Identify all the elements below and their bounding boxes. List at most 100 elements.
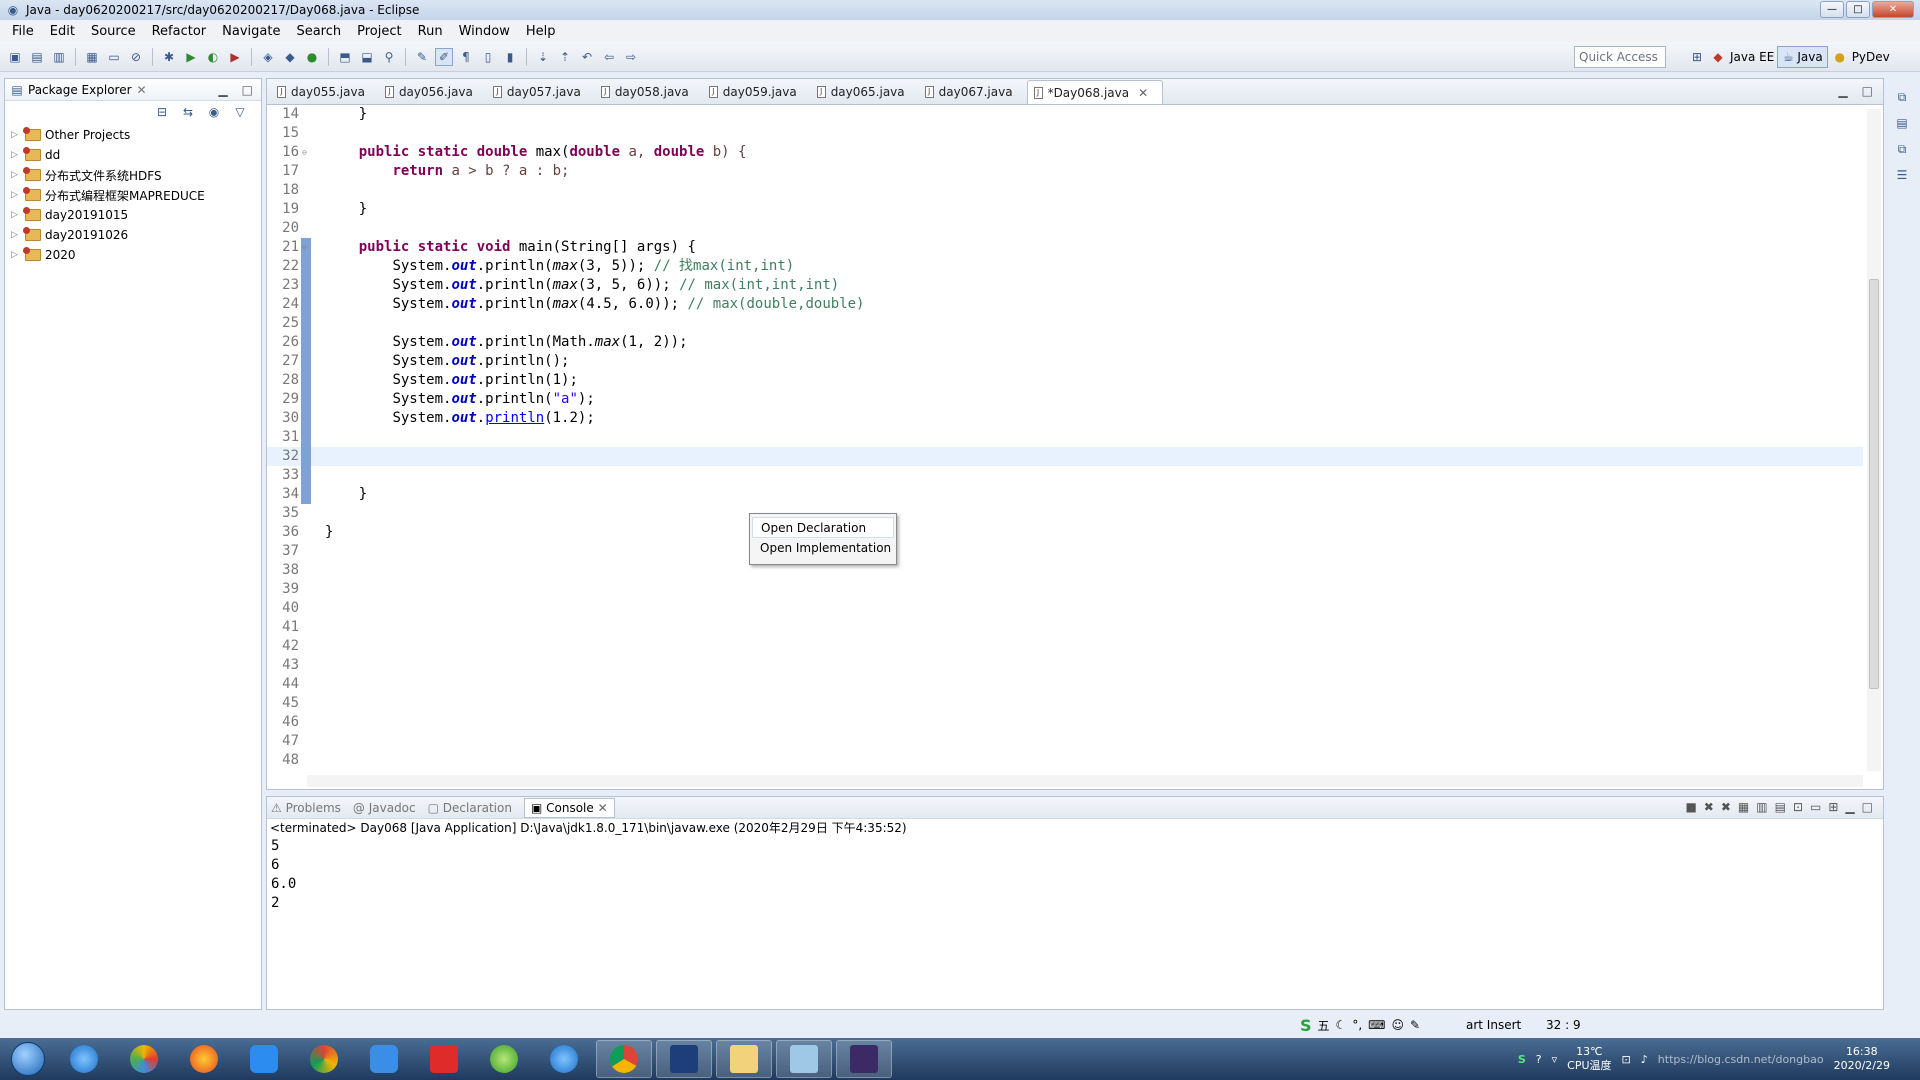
expand-arrow-icon[interactable]: ▷ (11, 150, 21, 160)
sogou-ime-icon[interactable]: S (1300, 1016, 1312, 1035)
back-icon[interactable]: ⇦ (600, 48, 618, 66)
volume-icon[interactable]: ♪ (1641, 1053, 1648, 1066)
word-wrap-icon[interactable]: ▮ (501, 48, 519, 66)
console-output[interactable]: 5 6 6.0 2 (267, 837, 1883, 913)
open-task-icon[interactable]: ⬓ (358, 48, 376, 66)
tab-problems[interactable]: ⚠ Problems (271, 801, 341, 815)
menu-search[interactable]: Search (288, 24, 349, 39)
word-wrap-icon[interactable]: ▥ (1756, 800, 1767, 814)
new-package-icon[interactable]: ◆ (281, 48, 299, 66)
tab-console[interactable]: ▣ Console ✕ (523, 797, 615, 818)
tree-item[interactable]: ▷ day20191026 (5, 225, 261, 245)
menu-edit[interactable]: Edit (42, 24, 83, 39)
taskbar-app[interactable] (536, 1040, 592, 1078)
quick-access-field[interactable]: Quick Access (1574, 46, 1666, 68)
tab-day058[interactable]: Jday058.java (595, 80, 703, 104)
taskbar-app[interactable] (476, 1040, 532, 1078)
focus-icon[interactable]: ◉ (205, 103, 223, 121)
new-java-project-icon[interactable]: ◈ (259, 48, 277, 66)
menu-open-implementation[interactable]: Open Implementation (752, 538, 894, 559)
forward-icon[interactable]: ⇨ (622, 48, 640, 66)
help-tray-icon[interactable]: ? (1536, 1053, 1542, 1066)
println-hyperlink[interactable]: println (485, 410, 544, 426)
minimize-view-icon[interactable]: ▁ (1845, 800, 1854, 814)
next-annotation-icon[interactable]: ⇣ (534, 48, 552, 66)
taskbar-app[interactable] (176, 1040, 232, 1078)
expand-arrow-icon[interactable]: ▷ (11, 230, 21, 240)
expand-arrow-icon[interactable]: ▷ (11, 130, 21, 140)
link-with-editor-icon[interactable]: ⇆ (179, 103, 197, 121)
pin-console-icon[interactable]: ⊡ (1793, 800, 1803, 814)
maximize-view-icon[interactable]: □ (1862, 800, 1873, 814)
collapse-all-icon[interactable]: ⊟ (153, 103, 171, 121)
close-view-icon[interactable]: ✕ (137, 83, 147, 97)
print-icon[interactable]: ▦ (83, 48, 101, 66)
tab-day055[interactable]: Jday055.java (271, 80, 379, 104)
close-tab-icon[interactable]: ✕ (1138, 86, 1148, 100)
remove-launch-icon[interactable]: ✖ (1704, 800, 1714, 814)
new-icon[interactable]: ▣ (6, 48, 24, 66)
fold-icon[interactable]: ⊖ (302, 143, 307, 162)
menu-project[interactable]: Project (349, 24, 409, 39)
open-console-icon[interactable]: ⊞ (1828, 800, 1838, 814)
user-icon[interactable]: ☺ (1391, 1018, 1404, 1032)
display-console-icon[interactable]: ▭ (1810, 800, 1821, 814)
punctuation-icon[interactable]: °, (1352, 1018, 1362, 1032)
perspective-java[interactable]: ☕ Java (1777, 46, 1828, 68)
tray-expand-icon[interactable]: ▿ (1552, 1053, 1558, 1066)
show-on-output-icon[interactable]: ▤ (1775, 800, 1786, 814)
ime-mode[interactable]: 五 (1318, 1017, 1330, 1034)
taskbar-app[interactable] (656, 1040, 712, 1078)
maximize-button[interactable]: □ (1846, 1, 1870, 18)
restore-icon[interactable]: ⧉ (1893, 140, 1911, 158)
menu-run[interactable]: Run (410, 24, 451, 39)
perspective-java-ee[interactable]: Java EE (1730, 50, 1774, 64)
fold-icon[interactable]: ⊖ (302, 238, 307, 257)
new-class-icon[interactable]: ● (303, 48, 321, 66)
tab-day065[interactable]: Jday065.java (811, 80, 919, 104)
toggle-mark-occurrences-icon[interactable]: ✎ (413, 48, 431, 66)
menu-source[interactable]: Source (83, 24, 144, 39)
expand-arrow-icon[interactable]: ▷ (11, 210, 21, 220)
start-button[interactable] (4, 1039, 52, 1079)
run-icon[interactable]: ▶ (182, 48, 200, 66)
search-icon[interactable]: ⚲ (380, 48, 398, 66)
menu-open-declaration[interactable]: Open Declaration (752, 517, 894, 538)
external-tools-icon[interactable]: ▶ (226, 48, 244, 66)
tab-day059[interactable]: Jday059.java (703, 80, 811, 104)
expand-arrow-icon[interactable]: ▷ (11, 250, 21, 260)
outline-icon[interactable]: ☰ (1893, 166, 1911, 184)
tab-day067[interactable]: Jday067.java (919, 80, 1027, 104)
save-all-icon[interactable]: ▥ (50, 48, 68, 66)
perspective-pydev[interactable]: PyDev (1852, 50, 1890, 64)
taskbar-app[interactable] (356, 1040, 412, 1078)
taskbar-app[interactable] (296, 1040, 352, 1078)
tab-day068[interactable]: J *Day068.java ✕ (1026, 80, 1164, 104)
skip-breakpoints-icon[interactable]: ⊘ (127, 48, 145, 66)
minimize-button[interactable]: — (1820, 1, 1844, 18)
taskbar-app[interactable] (776, 1040, 832, 1078)
tree-item[interactable]: ▷ dd (5, 145, 261, 165)
menu-file[interactable]: File (4, 24, 42, 39)
previous-annotation-icon[interactable]: ⇡ (556, 48, 574, 66)
debug-icon[interactable]: ✱ (160, 48, 178, 66)
menu-navigate[interactable]: Navigate (214, 24, 288, 39)
editor-vertical-scrollbar[interactable] (1867, 109, 1881, 771)
terminal-icon[interactable]: ▭ (105, 48, 123, 66)
open-type-icon[interactable]: ⬒ (336, 48, 354, 66)
tree-item[interactable]: ▷ 分布式文件系统HDFS (5, 165, 261, 185)
save-icon[interactable]: ▤ (28, 48, 46, 66)
scrollbar-thumb[interactable] (1869, 279, 1879, 689)
view-menu-icon[interactable]: ▽ (231, 103, 249, 121)
network-icon[interactable]: ⊡ (1622, 1053, 1631, 1066)
package-explorer-title[interactable]: Package Explorer (28, 83, 132, 97)
taskbar-app[interactable] (596, 1040, 652, 1078)
minimize-view-icon[interactable]: ▁ (218, 83, 227, 97)
tab-day056[interactable]: Jday056.java (379, 80, 487, 104)
close-button[interactable]: ✕ (1872, 1, 1914, 18)
tab-declaration[interactable]: ▢ Declaration (428, 801, 512, 815)
menu-refactor[interactable]: Refactor (144, 24, 215, 39)
menu-window[interactable]: Window (451, 24, 518, 39)
minimize-editor-icon[interactable]: ▁ (1838, 84, 1847, 98)
taskbar-app[interactable] (716, 1040, 772, 1078)
